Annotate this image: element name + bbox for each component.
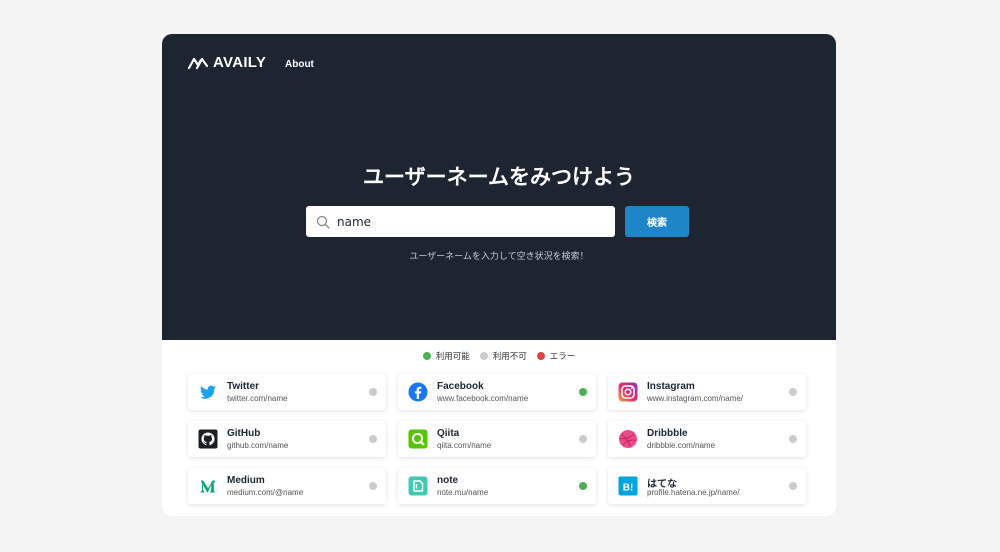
status-dot-icon: [579, 435, 587, 443]
search-icon: [316, 215, 330, 229]
service-url: dribbble.com/name: [647, 441, 716, 450]
service-name: Qiita: [437, 428, 460, 439]
search-input[interactable]: [337, 214, 597, 229]
service-card-qiita[interactable]: Qiita qiita.com/name: [398, 421, 596, 457]
github-icon: [198, 429, 218, 449]
legend-error-label: エラー: [549, 352, 576, 362]
status-dot-icon: [789, 482, 797, 490]
unavailable-dot-icon: [479, 352, 488, 360]
service-name: Facebook: [437, 381, 484, 392]
instagram-icon: [618, 382, 638, 402]
service-name: Medium: [227, 475, 265, 486]
service-card-facebook[interactable]: Facebook www.facebook.com/name: [398, 374, 596, 410]
svg-text:B!: B!: [623, 483, 634, 494]
status-legend: 利用可能 利用不可 エラー: [162, 350, 836, 362]
status-dot-icon: [579, 482, 587, 490]
app-window: AVAILY About ユーザーネームをみつけよう 検索 ユーザーネームを入力…: [162, 34, 836, 516]
hero-section: AVAILY About ユーザーネームをみつけよう 検索 ユーザーネームを入力…: [162, 34, 836, 340]
facebook-icon: [408, 382, 428, 402]
twitter-icon: [200, 385, 216, 399]
status-dot-icon: [789, 388, 797, 396]
hatena-icon: B!: [618, 476, 638, 496]
logo-text: AVAILY: [213, 54, 267, 71]
service-url: note.mu/name: [437, 488, 489, 497]
available-dot-icon: [422, 352, 431, 360]
search-hint: ユーザーネームを入力して空き状況を検索！: [409, 252, 589, 262]
qiita-icon: [408, 429, 428, 449]
service-url: qiita.com/name: [437, 441, 492, 450]
legend-unavailable-label: 利用不可: [492, 352, 527, 362]
service-card-medium[interactable]: Medium medium.com/@name: [188, 468, 386, 504]
service-name: Instagram: [647, 381, 695, 392]
error-dot-icon: [536, 352, 545, 360]
note-icon: [408, 476, 428, 496]
service-url: www.facebook.com/name: [437, 394, 529, 403]
legend-error: エラー: [536, 350, 576, 362]
service-card-hatena[interactable]: B! はてな profile.hatena.ne.jp/name/: [608, 468, 806, 504]
service-grid: Twitter twitter.com/name Facebook www.fa…: [188, 374, 808, 508]
status-dot-icon: [789, 435, 797, 443]
medium-icon: [200, 480, 215, 493]
status-dot-icon: [369, 435, 377, 443]
status-dot-icon: [369, 482, 377, 490]
dribbble-icon: [619, 430, 637, 448]
service-url: profile.hatena.ne.jp/name/: [647, 488, 740, 497]
search-button[interactable]: 検索: [625, 206, 689, 237]
search-field[interactable]: [306, 206, 615, 237]
service-url: github.com/name: [227, 441, 289, 450]
legend-available-label: 利用可能: [435, 352, 470, 362]
service-url: twitter.com/name: [227, 394, 288, 403]
legend-unavailable: 利用不可: [479, 350, 527, 362]
service-card-github[interactable]: GitHub github.com/name: [188, 421, 386, 457]
logo-mark-icon: [188, 57, 208, 69]
page-title: ユーザーネームをみつけよう: [363, 165, 635, 189]
status-dot-icon: [369, 388, 377, 396]
service-card-instagram[interactable]: Instagram www.instagram.com/name/: [608, 374, 806, 410]
legend-available: 利用可能: [422, 350, 470, 362]
logo[interactable]: AVAILY: [188, 54, 266, 71]
service-card-dribbble[interactable]: Dribbble dribbble.com/name: [608, 421, 806, 457]
service-url: medium.com/@name: [227, 488, 304, 497]
service-name: Twitter: [227, 381, 260, 392]
service-name: GitHub: [227, 428, 261, 439]
service-card-twitter[interactable]: Twitter twitter.com/name: [188, 374, 386, 410]
service-name: Dribbble: [647, 428, 688, 439]
service-name: note: [437, 475, 459, 486]
service-card-note[interactable]: note note.mu/name: [398, 468, 596, 504]
nav-about-link[interactable]: About: [285, 59, 314, 70]
service-url: www.instagram.com/name/: [647, 394, 744, 403]
status-dot-icon: [579, 388, 587, 396]
